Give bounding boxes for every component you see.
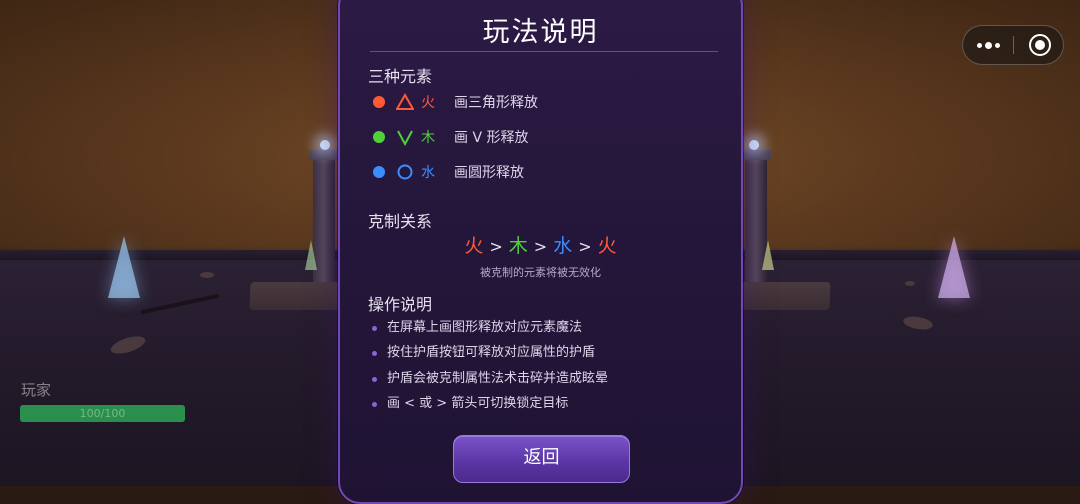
controls-section-title: 操作说明 xyxy=(368,295,433,314)
control-text: 护盾会被克制属性法术击碎并造成眩晕 xyxy=(387,370,609,386)
right-pillar-light xyxy=(749,140,759,150)
chain-element: 火 xyxy=(464,235,484,257)
chain-separator: > xyxy=(533,237,548,256)
counter-section-title: 克制关系 xyxy=(368,212,433,231)
element-description: 画 V 形释放 xyxy=(454,130,529,146)
left-pillar-light xyxy=(320,140,330,150)
rock xyxy=(200,272,214,278)
dialog-title: 玩法说明 xyxy=(482,17,599,48)
circle-icon xyxy=(397,164,413,180)
left-crystal xyxy=(108,236,140,298)
element-row-wood: 木 画 V 形释放 xyxy=(368,125,708,147)
player-name-label: 玩家 xyxy=(21,381,52,399)
element-name: 火 xyxy=(421,95,435,111)
health-text: 100/100 xyxy=(79,407,126,420)
list-item: 在屏幕上画图形释放对应元素魔法 xyxy=(370,319,720,344)
wood-color-dot xyxy=(373,131,385,143)
title-divider xyxy=(370,51,718,52)
triangle-icon xyxy=(396,93,414,110)
right-small-crystal xyxy=(762,240,774,270)
counter-note: 被克制的元素将被无效化 xyxy=(480,266,601,279)
element-name: 木 xyxy=(421,130,435,146)
mini-program-capsule xyxy=(962,25,1064,65)
right-pillar-cap xyxy=(741,150,771,160)
capsule-divider xyxy=(1013,36,1014,54)
element-description: 画三角形释放 xyxy=(454,95,538,111)
more-dots-icon[interactable] xyxy=(963,26,1013,64)
dot xyxy=(976,42,982,48)
bullet-dot xyxy=(372,402,377,408)
control-text: 画 < 或 > 箭头可切换锁定目标 xyxy=(387,396,569,412)
chain-separator: > xyxy=(578,237,592,256)
instructions-dialog: 玩法说明 三种元素 火 画三角形释放 木 画 V 形释放 水 画圆形释放 克制关… xyxy=(338,0,743,504)
chain-element: 木 xyxy=(508,235,528,257)
control-text: 按住护盾按钮可释放对应属性的护盾 xyxy=(387,345,596,361)
right-crystal xyxy=(938,236,970,298)
element-row-water: 水 画圆形释放 xyxy=(368,160,708,182)
counter-chain: 火 > 木 > 水 > 火 xyxy=(340,231,741,258)
bullet-dot xyxy=(372,376,377,382)
bullet-dot xyxy=(372,326,377,331)
control-text: 在屏幕上画图形释放对应元素魔法 xyxy=(387,320,583,335)
dot xyxy=(984,41,992,49)
chain-element: 火 xyxy=(597,235,617,257)
left-small-crystal xyxy=(305,240,317,270)
rock xyxy=(905,281,915,286)
player-health-bar: 100/100 xyxy=(20,405,185,422)
chain-element: 水 xyxy=(553,235,573,257)
back-button[interactable]: 返回 xyxy=(453,435,630,483)
fire-color-dot xyxy=(373,96,385,108)
list-item: 护盾会被克制属性法术击碎并造成眩晕 xyxy=(370,370,720,395)
elements-section-title: 三种元素 xyxy=(368,67,433,86)
chain-separator: > xyxy=(489,237,503,256)
list-item: 画 < 或 > 箭头可切换锁定目标 xyxy=(370,395,720,420)
v-shape-icon xyxy=(397,130,413,146)
target-close-icon[interactable] xyxy=(1029,34,1051,56)
dot xyxy=(994,42,1000,48)
bullet-dot xyxy=(372,351,377,357)
left-pillar-cap xyxy=(309,150,339,160)
element-description: 画圆形释放 xyxy=(454,165,524,181)
element-name: 水 xyxy=(421,165,435,181)
list-item: 按住护盾按钮可释放对应属性的护盾 xyxy=(370,344,720,369)
element-row-fire: 火 画三角形释放 xyxy=(368,90,708,112)
controls-list: 在屏幕上画图形释放对应元素魔法 按住护盾按钮可释放对应属性的护盾 护盾会被克制属… xyxy=(370,319,720,421)
water-color-dot xyxy=(373,166,385,178)
